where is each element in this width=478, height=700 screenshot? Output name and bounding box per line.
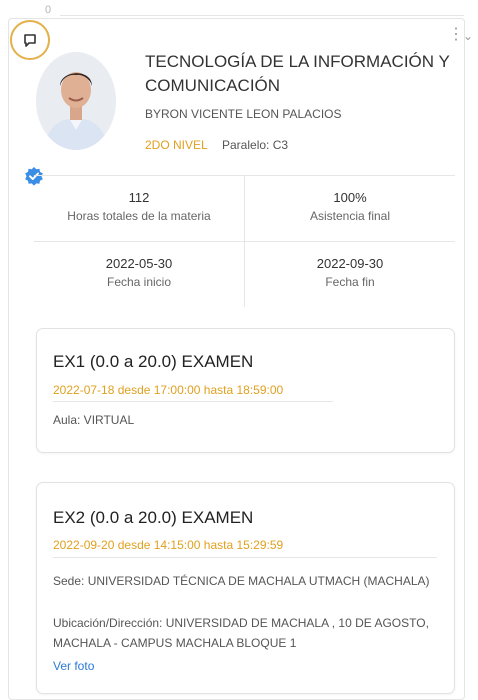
stat-value: 2022-09-30 — [316, 256, 384, 271]
stat-label: Fecha inicio — [106, 275, 172, 289]
course-level: 2DO NIVEL — [145, 138, 208, 152]
teacher-name: BYRON VICENTE LEON PALACIOS — [145, 107, 342, 121]
top-divider — [60, 15, 464, 16]
exam-card-ex1[interactable]: EX1 (0.0 a 20.0) EXAMEN 2022-07-18 desde… — [36, 328, 455, 453]
exam-direccion: Ubicación/Dirección: UNIVERSIDAD DE MACH… — [53, 616, 429, 650]
exam-title: EX2 (0.0 a 20.0) EXAMEN — [53, 508, 254, 527]
exam-sede: Sede: UNIVERSIDAD TÉCNICA DE MACHALA UTM… — [53, 574, 430, 588]
exam-title: EX1 (0.0 a 20.0) EXAMEN — [53, 352, 254, 371]
stat-label: Asistencia final — [309, 209, 391, 223]
stat-attendance: 100% Asistencia final — [245, 176, 455, 242]
chevron-down-icon[interactable]: ⌄ — [463, 30, 473, 42]
course-title: TECNOLOGÍA DE LA INFORMACIÓN Y COMUNICAC… — [145, 52, 450, 95]
exam-divider — [53, 401, 333, 402]
stat-value: 2022-05-30 — [105, 256, 173, 271]
more-vertical-icon[interactable]: ⋮ — [448, 27, 464, 43]
stat-start-date: 2022-05-30 Fecha inicio — [34, 242, 245, 307]
stat-label: Horas totales de la materia — [67, 209, 211, 223]
chat-icon — [24, 34, 36, 47]
teacher-avatar — [36, 52, 116, 150]
exam-card-ex2[interactable]: EX2 (0.0 a 20.0) EXAMEN 2022-09-20 desde… — [36, 482, 455, 694]
ver-foto-link[interactable]: Ver foto — [53, 659, 94, 673]
exam-divider — [53, 557, 437, 558]
course-paralelo: Paralelo: C3 — [222, 138, 289, 152]
stat-value: 112 — [128, 190, 150, 205]
stat-label: Fecha fin — [325, 275, 375, 289]
stat-value: 100% — [333, 190, 367, 205]
stat-total-hours: 112 Horas totales de la materia — [34, 176, 245, 242]
chat-button[interactable] — [10, 20, 50, 60]
exam-date: 2022-07-18 desde 17:00:00 hasta 18:59:00 — [53, 383, 284, 397]
stat-end-date: 2022-09-30 Fecha fin — [245, 242, 455, 307]
exam-date: 2022-09-20 desde 14:15:00 hasta 15:29:59 — [53, 538, 284, 552]
exam-aula: Aula: VIRTUAL — [53, 413, 135, 427]
stats-grid: 112 Horas totales de la materia 100% Asi… — [34, 175, 455, 308]
notification-counter: 0 — [45, 4, 52, 16]
